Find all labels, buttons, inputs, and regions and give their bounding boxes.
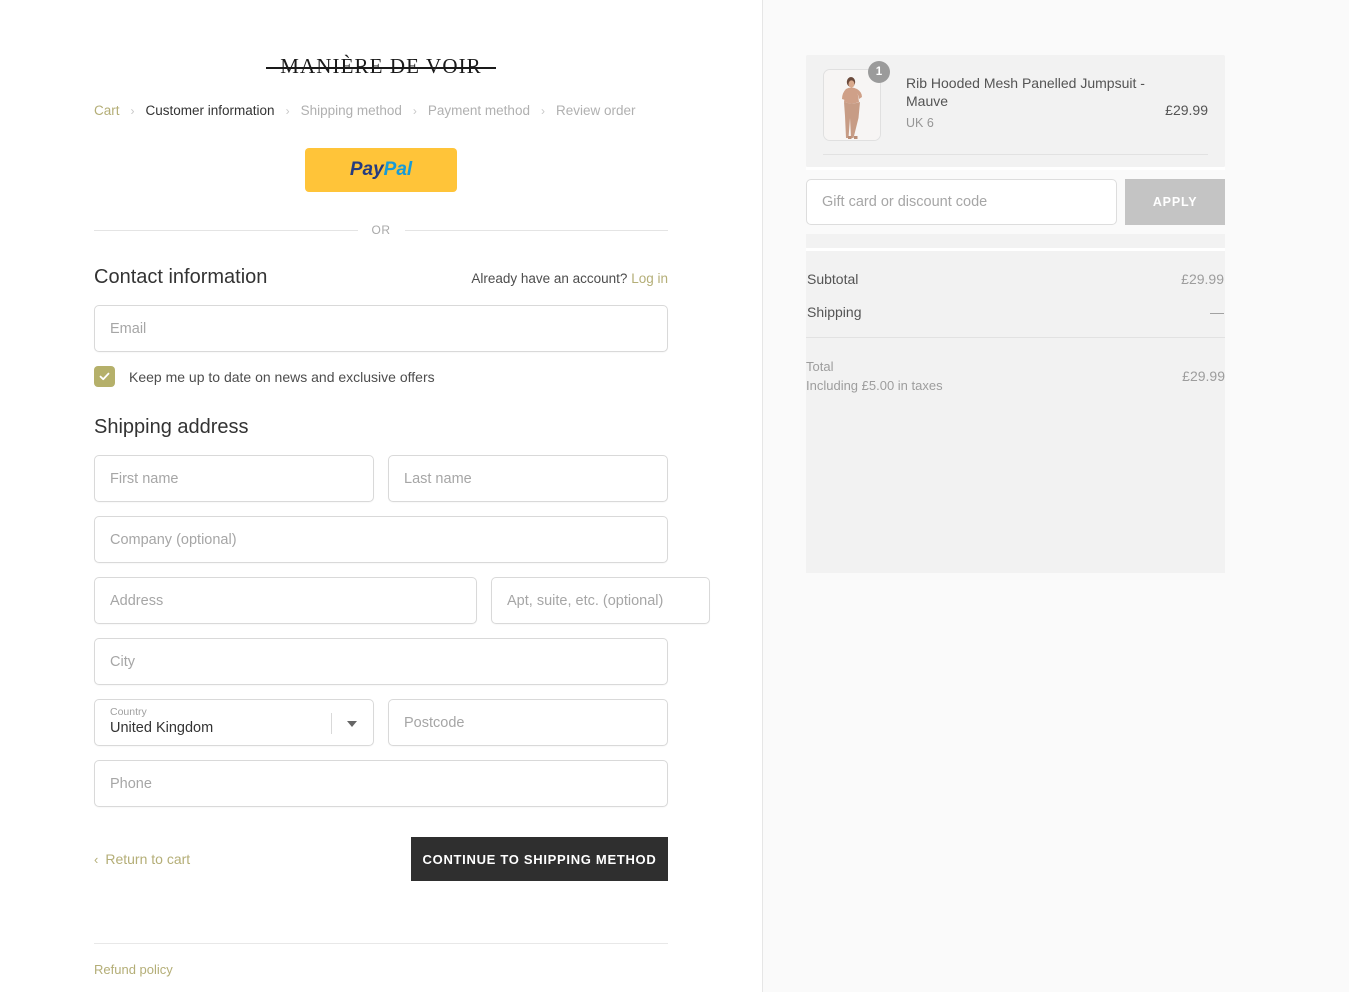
- product-price: £29.99: [1165, 102, 1208, 118]
- breadcrumb-item-review-order: Review order: [555, 103, 636, 118]
- last-name-input[interactable]: [388, 455, 668, 502]
- product-variant: UK 6: [906, 116, 934, 130]
- checkout-page: MANIÈRE DE VOIR Cart › Customer informat…: [0, 0, 1349, 992]
- summary-panel-filler: [806, 421, 1225, 573]
- country-select[interactable]: Country United Kingdom: [94, 699, 374, 746]
- shipping-fields: Country United Kingdom: [94, 455, 710, 807]
- phone-row: [94, 760, 668, 807]
- summary-spacer: [806, 234, 1225, 248]
- apartment-input[interactable]: [491, 577, 710, 624]
- discount-section: APPLY: [806, 170, 1225, 234]
- address-input[interactable]: [94, 577, 477, 624]
- chevron-right-icon: ›: [540, 103, 545, 118]
- refund-policy-link[interactable]: Refund policy: [94, 962, 173, 977]
- shipping-address-header: Shipping address: [94, 416, 668, 439]
- return-to-cart-link[interactable]: ‹ Return to cart: [94, 851, 190, 867]
- grand-total-value: £29.99: [1182, 368, 1225, 384]
- divider-line-right: [404, 229, 668, 231]
- breadcrumb-item-customer-information[interactable]: Customer information: [146, 103, 275, 118]
- subtotal-row: Subtotal £29.99: [806, 271, 1225, 287]
- paypal-logo-pay: Pay: [349, 159, 384, 180]
- quantity-badge: 1: [868, 61, 890, 83]
- grand-total-label: Total: [806, 359, 834, 374]
- subtotal-value: £29.99: [1181, 271, 1224, 287]
- checkout-form-panel: MANIÈRE DE VOIR Cart › Customer informat…: [0, 0, 763, 992]
- email-row: [94, 305, 668, 352]
- shipping-label: Shipping: [807, 304, 862, 320]
- form-actions: ‹ Return to cart CONTINUE TO SHIPPING ME…: [94, 837, 668, 881]
- contact-information-title: Contact information: [94, 266, 268, 288]
- breadcrumb-item-payment-method: Payment method: [427, 103, 530, 118]
- chevron-down-icon: [347, 721, 357, 727]
- breadcrumb: Cart › Customer information › Shipping m…: [94, 103, 668, 118]
- order-summary: 1 Rib Hooded Mesh Panelled Jumpsuit - Ma…: [806, 55, 1225, 573]
- name-row: [94, 455, 668, 502]
- paypal-button[interactable]: Pay Pal: [305, 148, 457, 192]
- order-summary-panel: 1 Rib Hooded Mesh Panelled Jumpsuit - Ma…: [763, 0, 1349, 992]
- store-logo[interactable]: MANIÈRE DE VOIR: [94, 54, 668, 79]
- footer-divider: [94, 943, 668, 944]
- apply-discount-button[interactable]: APPLY: [1125, 179, 1225, 225]
- product-details: Rib Hooded Mesh Panelled Jumpsuit - Mauv…: [881, 69, 1165, 130]
- discount-code-input[interactable]: [806, 179, 1118, 225]
- postcode-input[interactable]: [388, 699, 668, 746]
- contact-information-header: Contact information Already have an acco…: [94, 266, 668, 289]
- grand-total-labels: Total Including £5.00 in taxes: [806, 357, 943, 395]
- contact-fields: Keep me up to date on news and exclusive…: [94, 305, 668, 387]
- check-icon: [99, 372, 110, 381]
- line-items: 1 Rib Hooded Mesh Panelled Jumpsuit - Ma…: [806, 55, 1225, 167]
- express-checkout-area: Pay Pal: [94, 148, 668, 192]
- city-row: [94, 638, 668, 685]
- paypal-logo-pal: Pal: [383, 159, 413, 180]
- country-select-label: Country: [110, 706, 147, 718]
- chevron-right-icon: ›: [285, 103, 290, 118]
- newsletter-checkbox[interactable]: [94, 366, 115, 387]
- breadcrumb-item-cart[interactable]: Cart: [94, 103, 120, 118]
- return-to-cart-label: Return to cart: [105, 851, 191, 867]
- grand-total-tax-note: Including £5.00 in taxes: [806, 378, 943, 393]
- product-name: Rib Hooded Mesh Panelled Jumpsuit - Mauv…: [906, 75, 1145, 109]
- product-thumbnail-wrap: 1: [823, 61, 890, 141]
- account-prompt: Already have an account? Log in: [471, 271, 668, 286]
- subtotal-label: Subtotal: [807, 271, 859, 287]
- login-link[interactable]: Log in: [631, 271, 668, 286]
- grand-total-row: Total Including £5.00 in taxes £29.99: [806, 357, 1225, 395]
- shipping-row: Shipping —: [806, 304, 1225, 320]
- shipping-value: —: [1210, 304, 1224, 320]
- chevron-right-icon: ›: [412, 103, 417, 118]
- company-input[interactable]: [94, 516, 668, 563]
- select-divider: [331, 713, 332, 734]
- line-item: 1 Rib Hooded Mesh Panelled Jumpsuit - Ma…: [823, 61, 1208, 141]
- address-row: [94, 577, 710, 624]
- newsletter-label: Keep me up to date on news and exclusive…: [129, 368, 435, 385]
- company-row: [94, 516, 668, 563]
- store-logo-text: MANIÈRE DE VOIR: [266, 54, 496, 79]
- or-divider-label: OR: [371, 223, 391, 237]
- phone-input[interactable]: [94, 760, 668, 807]
- or-divider: OR: [94, 223, 668, 237]
- chevron-right-icon: ›: [130, 103, 135, 118]
- account-prompt-text: Already have an account?: [471, 271, 628, 286]
- chevron-left-icon: ‹: [94, 851, 99, 867]
- city-input[interactable]: [94, 638, 668, 685]
- totals-section: Subtotal £29.99 Shipping — Total Includi…: [806, 251, 1225, 421]
- line-items-divider: [823, 154, 1208, 155]
- breadcrumb-item-shipping-method: Shipping method: [300, 103, 402, 118]
- totals-divider: [806, 337, 1225, 338]
- first-name-input[interactable]: [94, 455, 374, 502]
- newsletter-row: Keep me up to date on news and exclusive…: [94, 366, 668, 387]
- country-postcode-row: Country United Kingdom: [94, 699, 668, 746]
- shipping-address-title: Shipping address: [94, 416, 249, 438]
- divider-line-left: [94, 229, 358, 231]
- email-input[interactable]: [94, 305, 668, 352]
- country-select-value: United Kingdom: [110, 720, 214, 736]
- continue-to-shipping-button[interactable]: CONTINUE TO SHIPPING METHOD: [411, 837, 668, 881]
